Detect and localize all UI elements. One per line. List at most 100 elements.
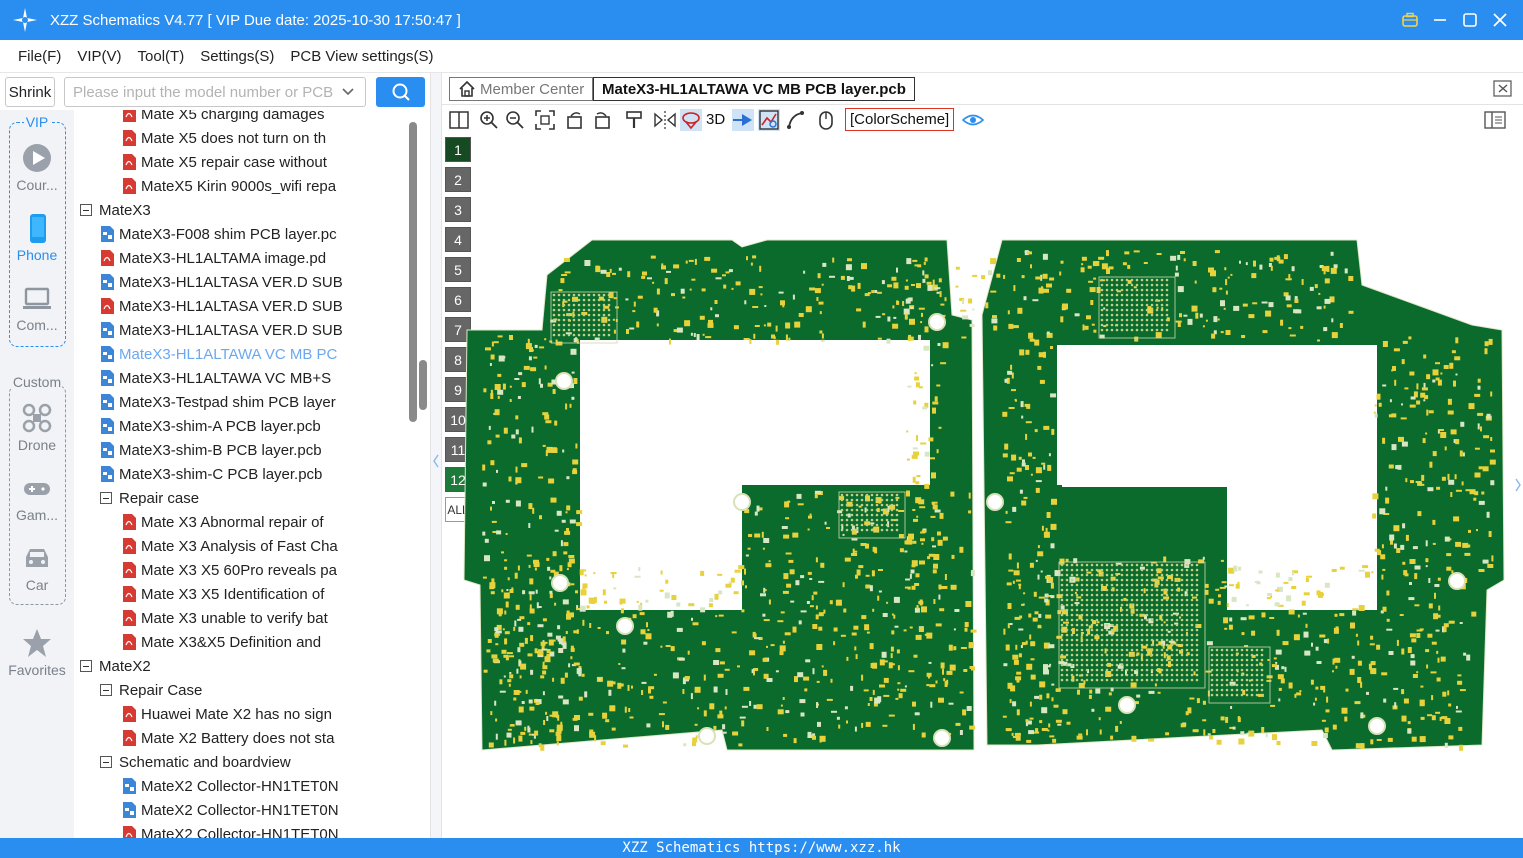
fit-view-icon[interactable] <box>534 109 556 131</box>
tree-file[interactable]: Mate X3&X5 Definition and <box>122 630 321 654</box>
collapse-icon[interactable] <box>80 660 92 672</box>
bga-ball <box>1095 608 1099 612</box>
tree-file[interactable]: MateX3-shim-C PCB layer.pcb <box>100 462 322 486</box>
tree-file[interactable]: MateX2 Collector-HN1TET0N <box>122 822 339 838</box>
pin-arrow-icon[interactable] <box>732 109 754 131</box>
rail-item-games[interactable]: Gam... <box>0 473 74 537</box>
bga-ball <box>1085 668 1089 672</box>
tree-folder[interactable]: Repair case <box>100 486 199 510</box>
panel-toggle-icon[interactable] <box>1484 109 1506 131</box>
tree-file[interactable]: MateX2 Collector-HN1TET0N <box>122 774 339 798</box>
flip-icon[interactable] <box>680 109 702 131</box>
tree-file[interactable]: Mate X2 Battery does not sta <box>122 726 334 750</box>
color-scheme-button[interactable]: [ColorScheme] <box>845 108 955 131</box>
tree-file[interactable]: Mate X3 X5 60Pro reveals pa <box>122 558 337 582</box>
bga-ball <box>1110 668 1114 672</box>
eye-icon[interactable] <box>962 109 984 131</box>
tree-file[interactable]: Huawei Mate X2 has no sign <box>122 702 332 726</box>
net-highlight-icon[interactable] <box>758 109 780 131</box>
tree-file[interactable]: MateX3-Testpad shim PCB layer <box>100 390 336 414</box>
pcb-pad <box>1175 320 1182 323</box>
mirror-icon[interactable] <box>654 109 676 131</box>
pcb-pad <box>1405 534 1409 541</box>
rail-item-courses[interactable]: Cour... <box>0 143 74 207</box>
rotate-left-icon[interactable] <box>564 109 586 131</box>
scrollbar-thumb[interactable] <box>409 122 417 422</box>
bga-ball <box>1245 658 1249 662</box>
rotate-right-icon[interactable] <box>591 109 613 131</box>
bga-ball <box>1150 638 1154 642</box>
pcb-pad <box>518 372 523 376</box>
collapse-icon[interactable] <box>100 492 112 504</box>
tree-file[interactable]: MateX2 Collector-HN1TET0N <box>122 798 339 822</box>
pcb-board-view[interactable] <box>442 135 1523 838</box>
menu-settings[interactable]: Settings(S) <box>192 48 282 65</box>
tree-file[interactable]: Mate X3 X5 Identification of <box>122 582 324 606</box>
split-view-icon[interactable] <box>448 109 470 131</box>
close-all-tabs-icon[interactable] <box>1493 80 1513 103</box>
chevron-down-icon[interactable] <box>340 84 356 100</box>
tree-file[interactable]: MateX3-F008 shim PCB layer.pc <box>100 222 337 246</box>
tree-file[interactable]: MateX3-HL1ALTASA VER.D SUB <box>100 318 343 342</box>
bga-ball <box>1235 648 1239 652</box>
rail-item-car[interactable]: Car <box>0 543 74 607</box>
zoom-in-icon[interactable] <box>478 109 500 131</box>
splitter[interactable] <box>430 73 442 838</box>
pcb-pad <box>783 573 789 580</box>
tree-file[interactable]: MateX3-HL1ALTAWA VC MB+S <box>100 366 331 390</box>
brush-icon[interactable] <box>623 109 645 131</box>
tree-folder[interactable]: MateX3 <box>80 198 151 222</box>
rail-item-phone[interactable]: Phone <box>0 213 74 277</box>
tree-file[interactable]: MateX3-HL1ALTASA VER.D SUB <box>100 294 343 318</box>
search-input[interactable] <box>64 77 366 107</box>
menu-file[interactable]: File(F) <box>10 48 69 65</box>
tree-file[interactable]: MateX3-shim-A PCB layer.pcb <box>100 414 321 438</box>
tree-file[interactable]: Mate X3 Abnormal repair of <box>122 510 324 534</box>
scrollbar-thumb-secondary[interactable] <box>419 360 427 410</box>
maximize-button[interactable] <box>1455 0 1485 40</box>
bga-ball <box>1215 658 1219 662</box>
tree-scrollbar[interactable] <box>408 110 427 838</box>
chevron-left-icon[interactable] <box>431 451 441 471</box>
trace-tool-icon[interactable] <box>785 109 807 131</box>
tree-file[interactable]: MateX5 Kirin 9000s_wifi repa <box>122 174 336 198</box>
menu-vip[interactable]: VIP(V) <box>69 48 129 65</box>
search-button[interactable] <box>376 77 425 107</box>
menu-pcb-view-settings[interactable]: PCB View settings(S) <box>282 48 441 65</box>
3d-view-button[interactable]: 3D <box>706 111 725 128</box>
tree-file[interactable]: MateX3-shim-B PCB layer.pcb <box>100 438 322 462</box>
bga-ball <box>1220 673 1224 677</box>
bga-ball <box>1190 593 1194 597</box>
menu-tool[interactable]: Tool(T) <box>130 48 193 65</box>
tree-file[interactable]: MateX3-HL1ALTASA VER.D SUB <box>100 270 343 294</box>
briefcase-icon[interactable] <box>1395 0 1425 40</box>
tree-folder[interactable]: MateX2 <box>80 654 151 678</box>
tree-folder[interactable]: Repair Case <box>100 678 202 702</box>
collapse-icon[interactable] <box>100 756 112 768</box>
tree-folder[interactable]: Schematic and boardview <box>100 750 291 774</box>
tree-file[interactable]: Mate X3 unable to verify bat <box>122 606 328 630</box>
tree-file[interactable]: MateX3-HL1ALTAMA image.pd <box>100 246 326 270</box>
tree-file[interactable]: Mate X3 Analysis of Fast Cha <box>122 534 338 558</box>
shrink-button[interactable]: Shrink <box>5 77 55 107</box>
mouse-icon[interactable] <box>815 109 837 131</box>
collapse-icon[interactable] <box>80 204 92 216</box>
rail-item-favorites[interactable]: Favorites <box>0 628 74 692</box>
collapse-icon[interactable] <box>100 684 112 696</box>
tab-member-center[interactable]: Member Center <box>449 77 594 101</box>
chevron-right-icon[interactable] <box>1513 475 1523 495</box>
tab-active-file[interactable]: MateX3-HL1ALTAWA VC MB PCB layer.pcb <box>593 77 915 101</box>
tree-file[interactable]: Mate X5 charging damages <box>122 110 324 126</box>
tree-file[interactable]: MateX3-HL1ALTAWA VC MB PC <box>100 342 337 366</box>
pcb-pad <box>1012 580 1015 584</box>
pcb-canvas[interactable]: 1 2 3 4 5 6 7 8 9 10 11 12 ALL <box>442 135 1523 838</box>
tree-file[interactable]: Mate X5 repair case without <box>122 150 327 174</box>
minimize-button[interactable] <box>1425 0 1455 40</box>
rail-item-computer[interactable]: Com... <box>0 283 74 347</box>
zoom-out-icon[interactable] <box>504 109 526 131</box>
pcb-pad <box>1023 496 1028 499</box>
pcb-pad <box>1086 729 1088 736</box>
tree-file[interactable]: Mate X5 does not turn on th <box>122 126 326 150</box>
close-button[interactable] <box>1485 0 1515 40</box>
rail-item-drone[interactable]: Drone <box>0 403 74 467</box>
